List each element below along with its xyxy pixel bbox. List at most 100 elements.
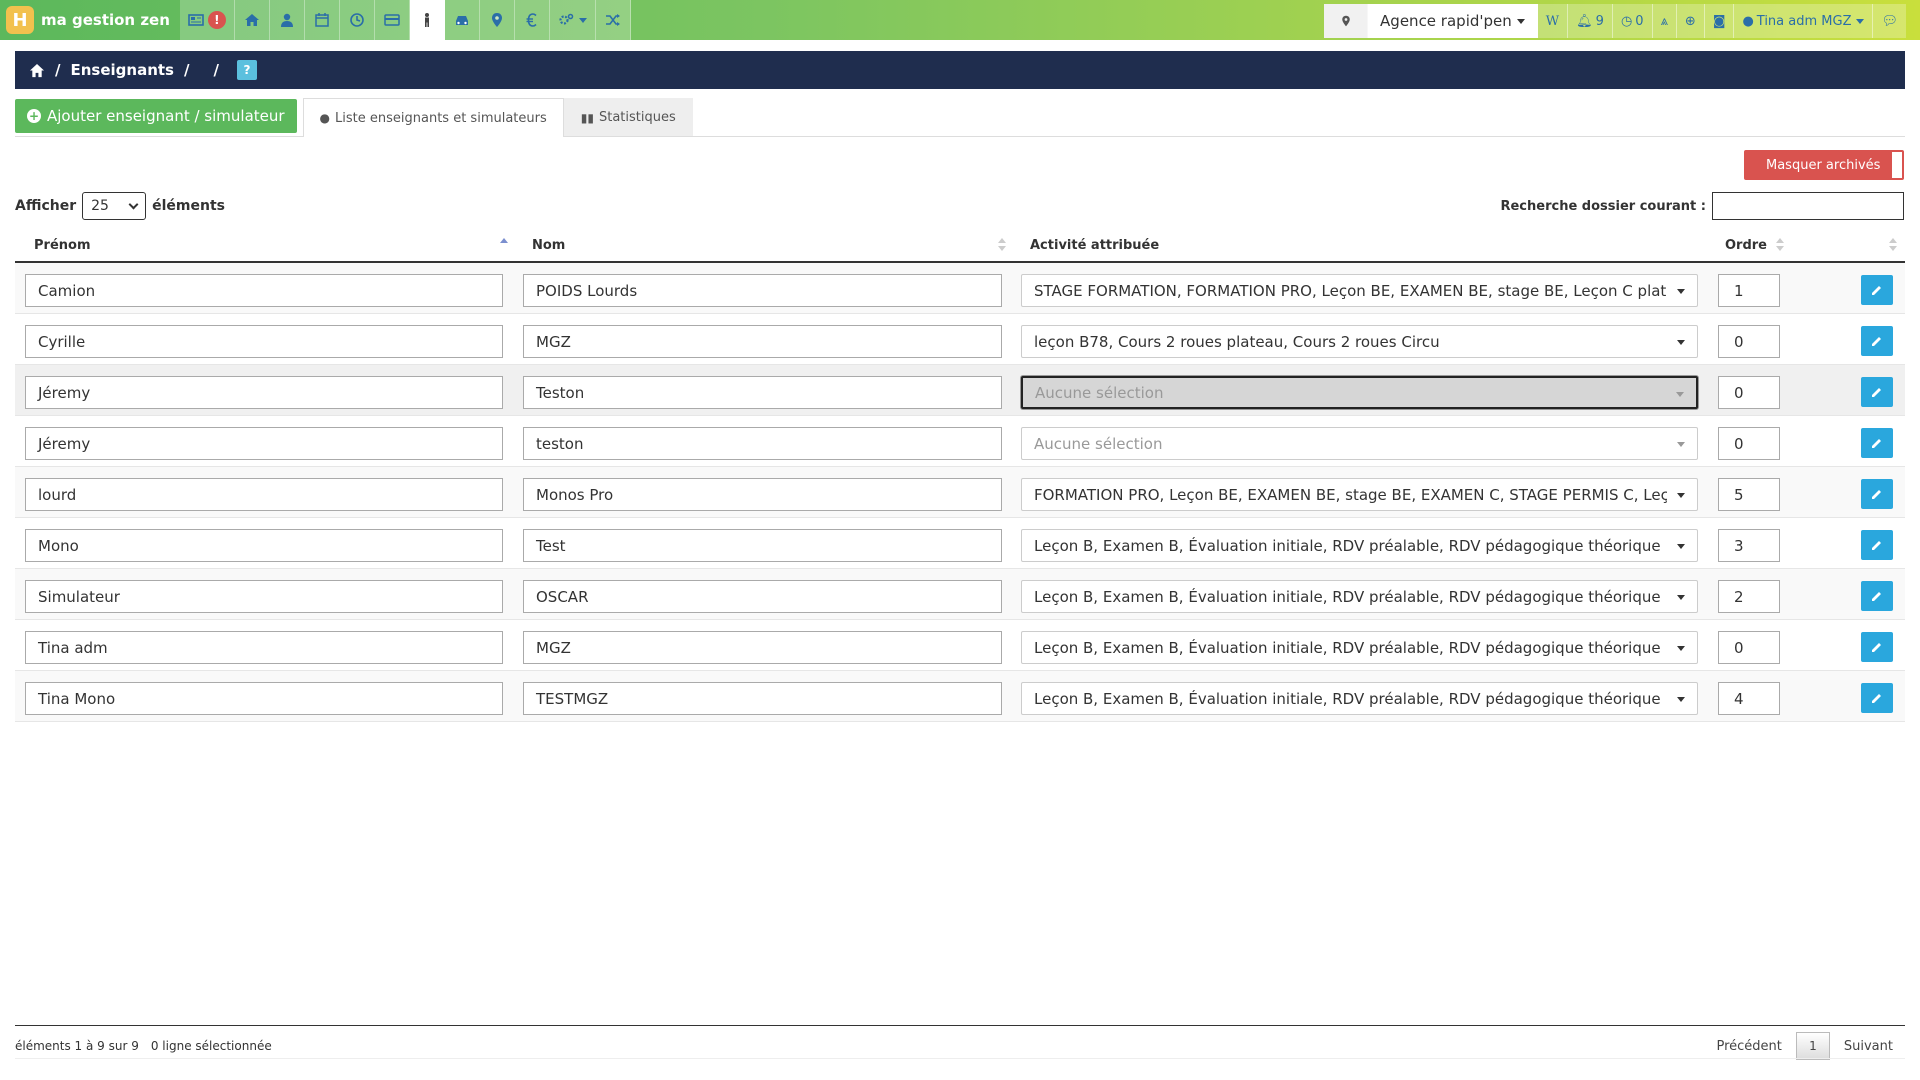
table-row[interactable]: Tina adm MGZ Leçon B, Examen B, Évaluation…: [15, 620, 1905, 671]
order-input[interactable]: 4: [1718, 682, 1780, 715]
tab-teacher-list[interactable]: ● Liste enseignants et simulateurs: [302, 98, 564, 137]
nav-euro[interactable]: [514, 0, 550, 40]
table-row[interactable]: lourd Monos Pro FORMATION PRO, Leçon BE, E…: [15, 467, 1905, 518]
nav-shuffle[interactable]: [595, 0, 631, 40]
edit-button[interactable]: [1861, 632, 1893, 662]
app-logo[interactable]: H ma gestion zen: [0, 0, 180, 40]
nom-input[interactable]: MGZ: [523, 325, 1002, 358]
nav-settings[interactable]: [549, 0, 596, 40]
support-button[interactable]: ⊕: [1676, 4, 1705, 38]
activity-select[interactable]: FORMATION PRO, Leçon BE, EXAMEN BE, stag…: [1021, 478, 1698, 511]
nav-home[interactable]: [234, 0, 270, 40]
order-input[interactable]: 3: [1718, 529, 1780, 562]
prenom-input[interactable]: Jéremy: [25, 376, 503, 409]
activity-select[interactable]: Aucune sélection: [1021, 427, 1698, 460]
order-input[interactable]: 0: [1718, 376, 1780, 409]
activity-select[interactable]: Leçon B, Examen B, Évaluation initiale, …: [1021, 580, 1698, 613]
bell-icon: 🔔︎: [1576, 13, 1593, 29]
pending-button[interactable]: ◷ 0: [1612, 4, 1653, 38]
order-value: 5: [1734, 485, 1744, 504]
table-header: Prénom Nom Activité attribuée Ordre: [15, 228, 1905, 263]
activity-select[interactable]: Leçon B, Examen B, Évaluation initiale, …: [1021, 631, 1698, 664]
user-menu[interactable]: ● Tina adm MGZ: [1734, 4, 1874, 38]
hide-archived-toggle[interactable]: Masquer archivés: [1744, 150, 1904, 180]
nav-credit-card[interactable]: [374, 0, 410, 40]
nav-newspaper[interactable]: !: [179, 0, 235, 40]
edit-button[interactable]: [1861, 530, 1893, 560]
edit-button[interactable]: [1861, 581, 1893, 611]
order-input[interactable]: 2: [1718, 580, 1780, 613]
table-row[interactable]: Cyrille MGZ leçon B78, Cours 2 roues plate…: [15, 314, 1905, 365]
edit-button[interactable]: [1861, 428, 1893, 458]
table-row[interactable]: Jéremy teston Aucune sélection 0: [15, 416, 1905, 467]
nom-input[interactable]: teston: [523, 427, 1002, 460]
road-button[interactable]: ⩓: [1652, 4, 1677, 38]
column-header-activite[interactable]: Activité attribuée: [1030, 228, 1159, 263]
order-input[interactable]: 0: [1718, 631, 1780, 664]
prenom-input[interactable]: Tina Mono: [25, 682, 503, 715]
order-input[interactable]: 0: [1718, 325, 1780, 358]
prenom-input[interactable]: Mono: [25, 529, 503, 562]
activity-value: STAGE FORMATION, FORMATION PRO, Leçon BE…: [1034, 281, 1667, 300]
table-row[interactable]: Simulateur OSCAR Leçon B, Examen B, Évalua…: [15, 569, 1905, 620]
column-header-ordre[interactable]: Ordre: [1725, 228, 1767, 263]
activity-select[interactable]: leçon B78, Cours 2 roues plateau, Cours …: [1021, 325, 1698, 358]
table-row[interactable]: Jéremy Teston Aucune sélection 0: [15, 365, 1905, 416]
breadcrumb-section[interactable]: Enseignants: [70, 61, 173, 79]
notifications-button[interactable]: 🔔︎ 9: [1568, 4, 1613, 38]
caret-down-icon: [1516, 18, 1525, 24]
prenom-input[interactable]: Cyrille: [25, 325, 503, 358]
plus-circle-icon: +: [27, 109, 41, 123]
chat-button[interactable]: 💬︎: [1873, 4, 1906, 38]
prenom-input[interactable]: lourd: [25, 478, 503, 511]
order-input[interactable]: 0: [1718, 427, 1780, 460]
nom-input[interactable]: MGZ: [523, 631, 1002, 664]
nom-input[interactable]: Teston: [523, 376, 1002, 409]
table-row[interactable]: Tina Mono TESTMGZ Leçon B, Examen B, Évalu…: [15, 671, 1905, 722]
activity-select[interactable]: Leçon B, Examen B, Évaluation initiale, …: [1021, 529, 1698, 562]
column-header-nom[interactable]: Nom: [532, 228, 565, 263]
edit-button[interactable]: [1861, 479, 1893, 509]
nom-input[interactable]: OSCAR: [523, 580, 1002, 613]
nom-input[interactable]: POIDS Lourds: [523, 274, 1002, 307]
agency-select[interactable]: Agence rapid'pen: [1368, 4, 1538, 38]
column-header-prenom[interactable]: Prénom: [34, 228, 91, 263]
prev-page-button[interactable]: Précédent: [1716, 1039, 1781, 1054]
home-icon[interactable]: [29, 63, 45, 78]
help-icon[interactable]: ?: [236, 60, 257, 80]
nav-teachers[interactable]: [409, 0, 445, 40]
table-row[interactable]: Mono Test Leçon B, Examen B, Évaluation in…: [15, 518, 1905, 569]
nav-user[interactable]: [269, 0, 305, 40]
nom-value: Monos Pro: [536, 485, 614, 504]
camera-button[interactable]: ◙: [1704, 4, 1735, 38]
activity-select[interactable]: Leçon B, Examen B, Évaluation initiale, …: [1021, 682, 1698, 715]
prenom-input[interactable]: Tina adm: [25, 631, 503, 664]
edit-button[interactable]: [1861, 377, 1893, 407]
prenom-input[interactable]: Jéremy: [25, 427, 503, 460]
nav-clock[interactable]: [339, 0, 375, 40]
nav-calendar[interactable]: [304, 0, 340, 40]
order-input[interactable]: 5: [1718, 478, 1780, 511]
activity-select[interactable]: Aucune sélection: [1021, 376, 1698, 409]
edit-button[interactable]: [1861, 683, 1893, 713]
page-button[interactable]: 1: [1795, 1032, 1830, 1060]
prenom-input[interactable]: Camion: [25, 274, 503, 307]
tab-statistics[interactable]: ▮▮ Statistiques: [563, 98, 693, 136]
nav-car[interactable]: [444, 0, 480, 40]
activity-select[interactable]: STAGE FORMATION, FORMATION PRO, Leçon BE…: [1021, 274, 1698, 307]
nom-input[interactable]: TESTMGZ: [523, 682, 1002, 715]
search-input[interactable]: [1712, 192, 1904, 220]
order-input[interactable]: 1: [1718, 274, 1780, 307]
nom-input[interactable]: Monos Pro: [523, 478, 1002, 511]
edit-button[interactable]: [1861, 275, 1893, 305]
table-row[interactable]: Camion POIDS Lourds STAGE FORMATION, FORMA…: [15, 263, 1905, 314]
prenom-input[interactable]: Simulateur: [25, 580, 503, 613]
edit-button[interactable]: [1861, 326, 1893, 356]
page-length-select[interactable]: 25: [82, 192, 147, 220]
nav-map[interactable]: [479, 0, 515, 40]
next-page-button[interactable]: Suivant: [1844, 1039, 1893, 1054]
nom-input[interactable]: Test: [523, 529, 1002, 562]
add-teacher-button[interactable]: + Ajouter enseignant / simulateur: [15, 99, 297, 133]
location-button[interactable]: [1324, 4, 1369, 38]
w-button[interactable]: W: [1537, 4, 1569, 38]
